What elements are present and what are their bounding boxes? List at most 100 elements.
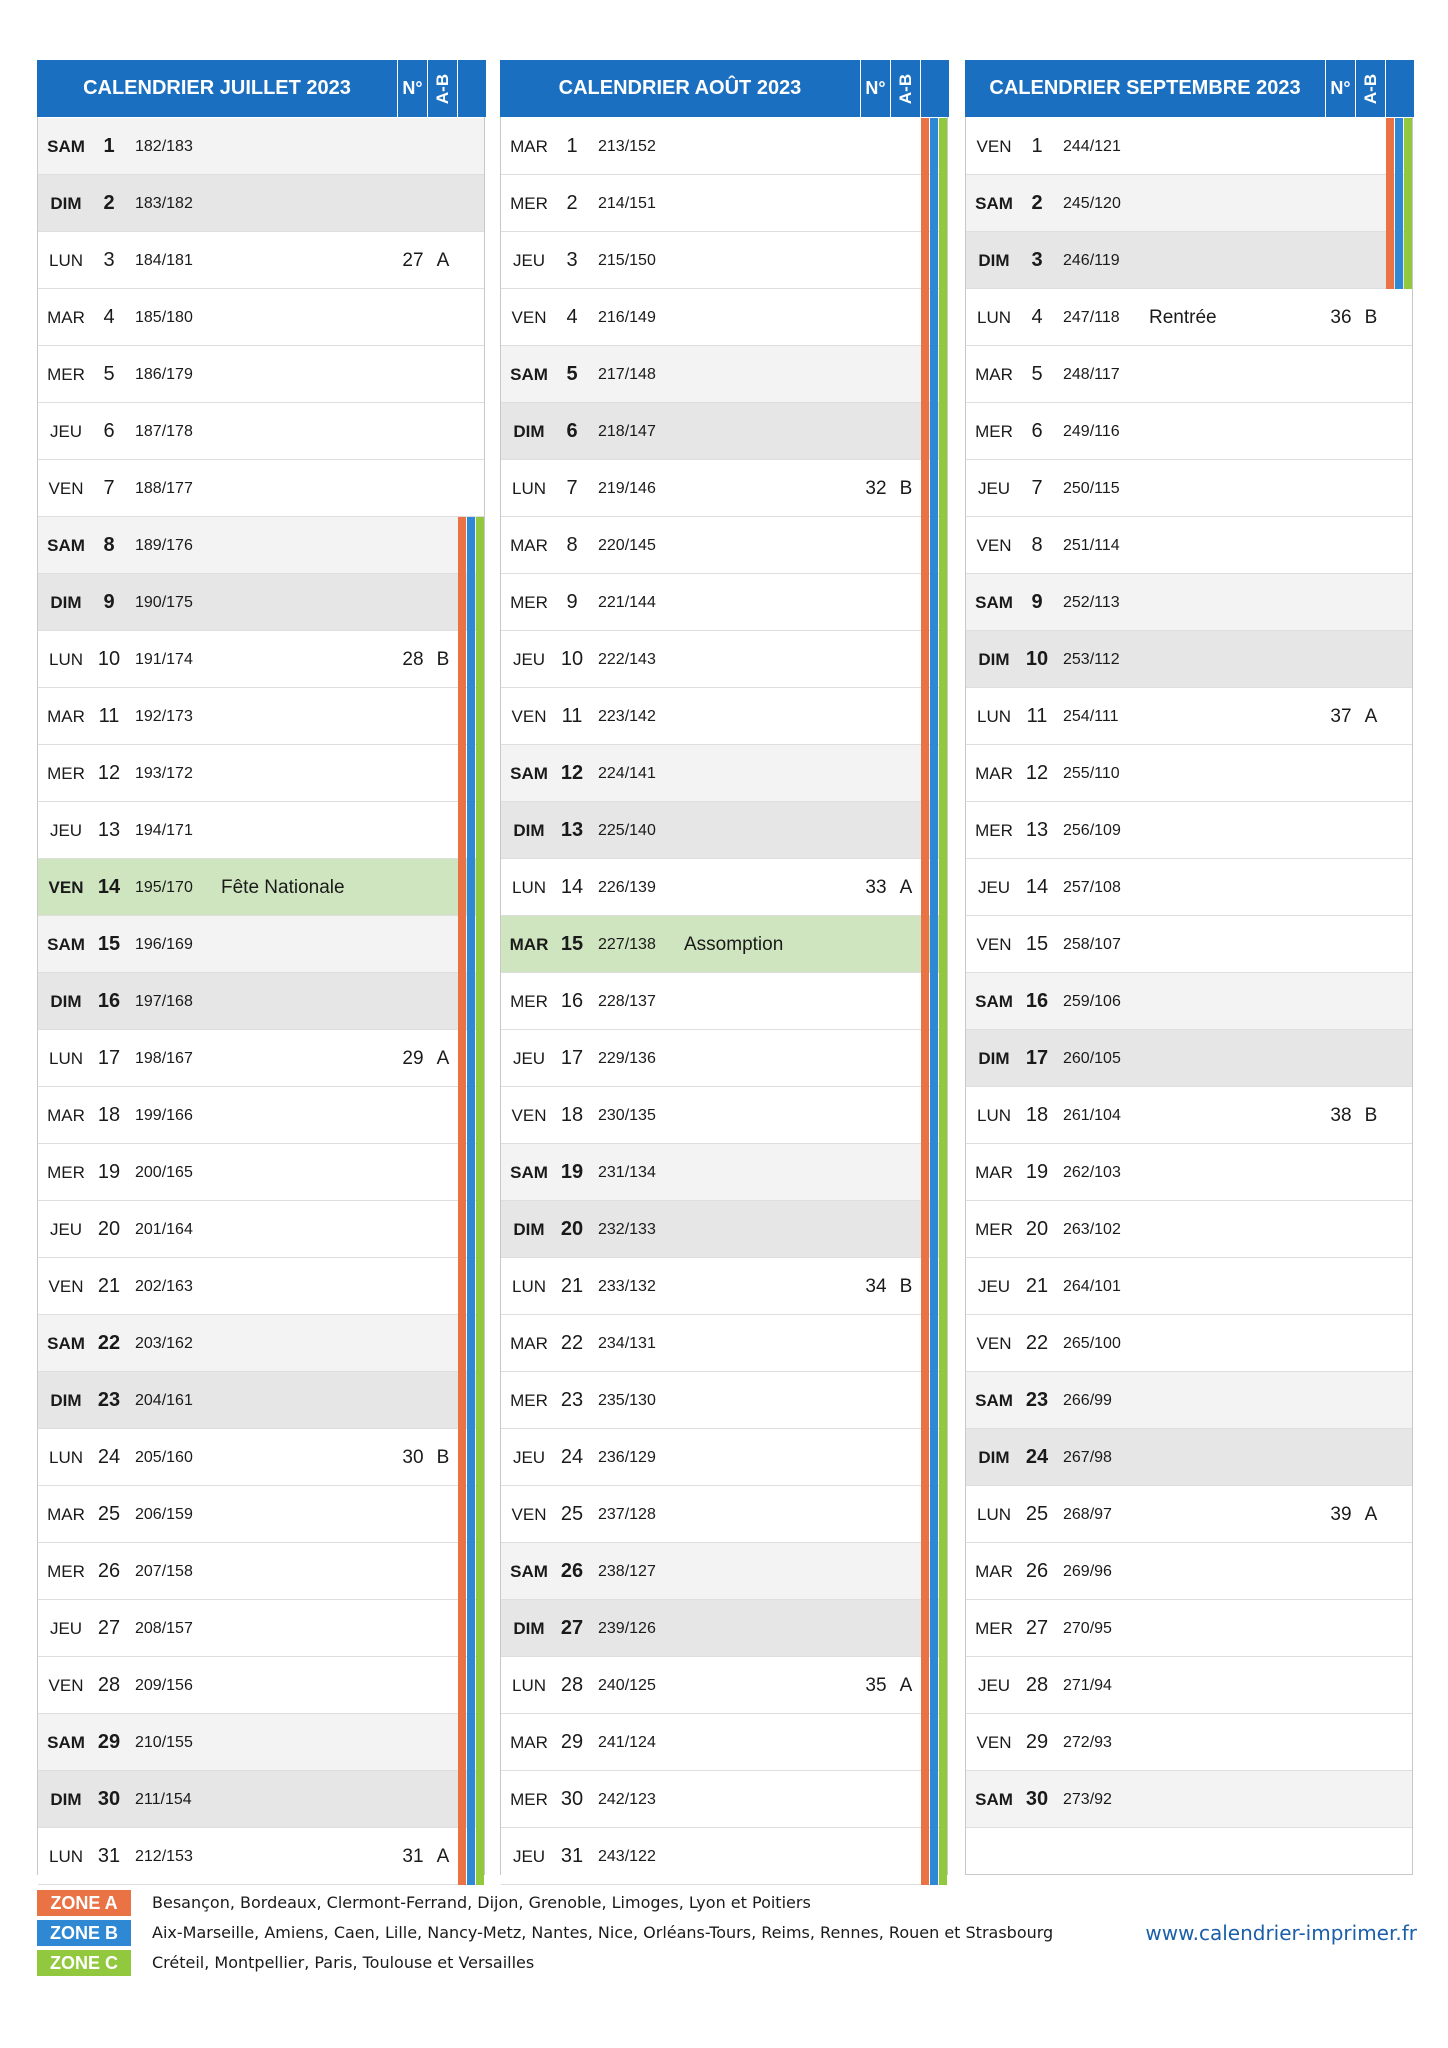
weekday: MER bbox=[510, 1391, 548, 1410]
zone-b-holiday-bar bbox=[467, 1144, 475, 1201]
day-row: MER 19 200/165 bbox=[38, 1144, 484, 1201]
day-rows: SAM 1 182/183 DIM 2 183/182 LUN 3 184/181 27 A MAR 4… bbox=[38, 118, 484, 1885]
zone-b-holiday-bar bbox=[467, 1372, 475, 1429]
day-of-year: 189/176 bbox=[135, 537, 193, 554]
day-number: 3 bbox=[566, 249, 578, 271]
day-number: 4 bbox=[566, 306, 578, 328]
day-row: VEN 22 265/100 bbox=[966, 1315, 1412, 1372]
school-holiday-bars bbox=[458, 1600, 485, 1657]
zone-b-holiday-bar bbox=[467, 574, 475, 631]
zone-b-holiday-bar bbox=[930, 973, 938, 1030]
zone-b-holiday-bar bbox=[930, 1657, 938, 1714]
zone-c-holiday-bar bbox=[476, 1144, 484, 1201]
zone-b-holiday-bar bbox=[930, 1258, 938, 1315]
day-of-year: 248/117 bbox=[1063, 366, 1120, 383]
day-number: 2 bbox=[103, 192, 115, 214]
day-number: 29 bbox=[1025, 1731, 1049, 1753]
zone-c-holiday-bar bbox=[476, 1657, 484, 1714]
day-row: JEU 3 215/150 bbox=[501, 232, 947, 289]
day-of-year: 201/164 bbox=[135, 1221, 193, 1238]
day-row: MER 9 221/144 bbox=[501, 574, 947, 631]
day-number: 13 bbox=[1025, 819, 1049, 841]
day-number: 11 bbox=[1026, 705, 1048, 727]
zone-b-holiday-bar bbox=[930, 289, 938, 346]
zone-b-holiday-bar bbox=[467, 1201, 475, 1258]
day-row: DIM 23 204/161 bbox=[38, 1372, 484, 1429]
school-holiday-bars bbox=[458, 1087, 485, 1144]
weekday: LUN bbox=[976, 1106, 1011, 1125]
weekday: DIM bbox=[513, 821, 545, 840]
day-number: 18 bbox=[97, 1104, 121, 1126]
day-row: VEN 15 258/107 bbox=[966, 916, 1412, 973]
zone-c-holiday-bar bbox=[476, 574, 484, 631]
day-row: JEU 28 271/94 bbox=[966, 1657, 1412, 1714]
weekday: DIM bbox=[513, 1220, 545, 1239]
school-holiday-bars bbox=[921, 1714, 948, 1771]
day-row: SAM 5 217/148 bbox=[501, 346, 947, 403]
day-row: SAM 26 238/127 bbox=[501, 1543, 947, 1600]
day-row: VEN 14 195/170 Fête Nationale bbox=[38, 859, 484, 916]
zone-b-holiday-bar bbox=[930, 1201, 938, 1258]
day-number: 13 bbox=[560, 819, 584, 841]
day-row: MER 20 263/102 bbox=[966, 1201, 1412, 1258]
month-header: CALENDRIER JUILLET 2023 N° A-B bbox=[37, 60, 486, 117]
zone-b-holiday-bar bbox=[930, 1714, 938, 1771]
zone-b-holiday-bar bbox=[467, 859, 475, 916]
zone-b-holiday-bar bbox=[930, 175, 938, 232]
weekday: JEU bbox=[512, 650, 546, 669]
zone-b-holiday-bar bbox=[1395, 175, 1403, 232]
ab-week: A bbox=[436, 250, 450, 271]
day-row: DIM 27 239/126 bbox=[501, 1600, 947, 1657]
zone-c-holiday-bar bbox=[939, 232, 947, 289]
school-holiday-bars bbox=[921, 289, 948, 346]
week-number-header: N° bbox=[397, 60, 427, 117]
weekday: MER bbox=[47, 1562, 85, 1581]
day-row: MER 13 256/109 bbox=[966, 802, 1412, 859]
weekday: LUN bbox=[48, 650, 83, 669]
ab-week: A bbox=[1364, 1504, 1378, 1525]
day-of-year: 198/167 bbox=[135, 1050, 193, 1067]
day-of-year: 185/180 bbox=[135, 309, 193, 326]
weekday: VEN bbox=[976, 1334, 1012, 1353]
day-of-year: 266/99 bbox=[1063, 1392, 1112, 1409]
zone-b-holiday-bar bbox=[930, 916, 938, 973]
school-holiday-bars bbox=[458, 1201, 485, 1258]
zone-a-holiday-bar bbox=[921, 1429, 929, 1486]
zone-a-holiday-bar bbox=[458, 1201, 466, 1258]
day-row: JEU 17 229/136 bbox=[501, 1030, 947, 1087]
day-number: 10 bbox=[97, 648, 121, 670]
weekday: JEU bbox=[977, 1676, 1011, 1695]
day-of-year: 207/158 bbox=[135, 1563, 193, 1580]
day-of-year: 226/139 bbox=[598, 879, 656, 896]
zone-c-holiday-bar bbox=[939, 859, 947, 916]
weekday: JEU bbox=[977, 1277, 1011, 1296]
weekday: MAR bbox=[975, 1562, 1013, 1581]
day-row: MAR 1 213/152 bbox=[501, 118, 947, 175]
website-link[interactable]: www.calendrier-imprimer.fr bbox=[1145, 1920, 1417, 1946]
day-row: DIM 17 260/105 bbox=[966, 1030, 1412, 1087]
zone-b-holiday-bar bbox=[467, 1315, 475, 1372]
day-of-year: 186/179 bbox=[135, 366, 193, 383]
day-row: VEN 1 244/121 bbox=[966, 118, 1412, 175]
day-row: LUN 28 240/125 35 A bbox=[501, 1657, 947, 1714]
day-of-year: 263/102 bbox=[1063, 1221, 1121, 1238]
week-number: 28 bbox=[402, 649, 424, 670]
day-row: VEN 21 202/163 bbox=[38, 1258, 484, 1315]
weekday: LUN bbox=[511, 1277, 546, 1296]
day-number: 6 bbox=[566, 420, 578, 442]
school-holiday-bars bbox=[458, 517, 485, 574]
day-row: VEN 8 251/114 bbox=[966, 517, 1412, 574]
weekday: SAM bbox=[47, 1334, 85, 1353]
zone-c-holiday-bar bbox=[939, 973, 947, 1030]
day-of-year: 254/111 bbox=[1063, 708, 1119, 725]
zone-a-holiday-bar bbox=[921, 802, 929, 859]
day-of-year: 187/178 bbox=[135, 423, 193, 440]
weekday: DIM bbox=[513, 1619, 545, 1638]
day-number: 9 bbox=[566, 591, 578, 613]
weekday: MAR bbox=[47, 1106, 85, 1125]
zone-b-holiday-bar bbox=[467, 1600, 475, 1657]
weekday: MER bbox=[47, 365, 85, 384]
zone-c-holiday-bar bbox=[939, 1315, 947, 1372]
zone-a-holiday-bar bbox=[921, 460, 929, 517]
day-row: VEN 29 272/93 bbox=[966, 1714, 1412, 1771]
